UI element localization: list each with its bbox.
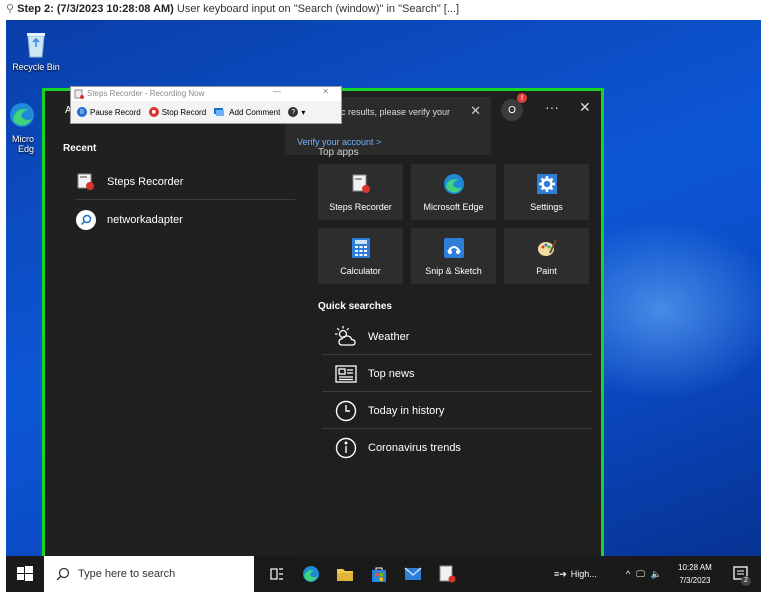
steps-recorder-small-icon	[74, 89, 84, 99]
steps-recorder-icon	[349, 172, 373, 196]
comment-icon	[214, 108, 225, 116]
app-tile-label: Snip & Sketch	[425, 266, 482, 276]
system-tray: ^ 🖵 🔈	[626, 556, 662, 592]
quick-search-label: Top news	[368, 367, 415, 380]
wind-icon: ≡➔	[554, 568, 567, 579]
app-tile-label: Calculator	[340, 266, 381, 276]
help-icon: ?	[288, 107, 299, 117]
paint-icon	[535, 236, 559, 260]
start-menu: Recent Steps Recorder networkadapter Al …	[42, 88, 604, 560]
search-icon	[75, 209, 97, 231]
quick-search-label: Today in history	[368, 404, 445, 417]
quick-search-weather[interactable]: Weather	[322, 319, 592, 355]
taskbar: Type here to search ≡➔ High... ^ 🖵 🔈 10:…	[6, 556, 761, 592]
weather-widget-text: High...	[570, 569, 597, 579]
calculator-icon	[349, 236, 373, 260]
steps-recorder-icon	[75, 171, 97, 193]
app-tile-label: Paint	[536, 266, 557, 276]
clock[interactable]: 10:28 AM 7/3/2023	[678, 556, 712, 592]
chevron-up-icon[interactable]: ^	[626, 569, 630, 579]
weather-icon	[334, 325, 358, 349]
close-button[interactable]: ✕	[579, 99, 591, 116]
search-placeholder: Type here to search	[78, 568, 176, 580]
step-icon: ⚲	[6, 3, 15, 15]
file-explorer-icon[interactable]	[336, 565, 354, 583]
add-comment-button[interactable]: Add Comment	[214, 107, 280, 117]
app-tile-settings[interactable]: Settings	[504, 164, 589, 220]
network-icon[interactable]: 🖵	[636, 569, 645, 580]
top-apps-title: Top apps	[318, 147, 359, 158]
quick-searches-title: Quick searches	[318, 301, 392, 312]
add-comment-label: Add Comment	[229, 107, 281, 117]
app-tile-snip-sketch[interactable]: Snip & Sketch	[411, 228, 496, 284]
app-tile-label: Steps Recorder	[329, 202, 392, 212]
recent-item-label: networkadapter	[107, 214, 183, 226]
gear-icon	[535, 172, 559, 196]
volume-icon[interactable]: 🔈	[651, 569, 662, 580]
app-tile-steps-recorder[interactable]: Steps Recorder	[318, 164, 403, 220]
help-button[interactable]: ? ▾	[288, 107, 305, 117]
store-icon[interactable]	[370, 565, 388, 583]
notification-count: 2	[741, 576, 751, 586]
stop-icon: ■	[148, 107, 159, 117]
minimize-icon[interactable]: —	[273, 87, 281, 96]
app-tile-label: Settings	[530, 202, 563, 212]
chevron-down-icon: ▾	[301, 107, 306, 117]
pause-record-label: Pause Record	[90, 107, 141, 117]
app-tile-microsoft-edge[interactable]: Microsoft Edge	[411, 164, 496, 220]
app-tile-paint[interactable]: Paint	[504, 228, 589, 284]
mail-icon[interactable]	[404, 565, 422, 583]
pause-record-button[interactable]: II Pause Record	[77, 107, 141, 117]
more-options-button[interactable]: ···	[545, 99, 559, 115]
taskbar-search-box[interactable]: Type here to search	[44, 556, 254, 592]
quick-search-coronavirus-trends[interactable]: Coronavirus trends	[322, 430, 592, 466]
close-icon[interactable]: ✕	[322, 87, 329, 96]
quick-search-top-news[interactable]: Top news	[322, 356, 592, 392]
weather-widget[interactable]: ≡➔ High...	[554, 556, 597, 592]
news-icon	[334, 362, 358, 386]
edge-icon	[442, 172, 466, 196]
recent-divider	[75, 199, 295, 200]
search-icon	[56, 567, 70, 581]
clock-icon	[334, 399, 358, 423]
app-tile-label: Microsoft Edge	[423, 202, 484, 212]
clock-date: 7/3/2023	[679, 576, 711, 585]
windows-start-icon[interactable]	[16, 565, 34, 583]
info-icon	[334, 436, 358, 460]
recycle-bin-label: Recycle Bin	[12, 62, 60, 72]
recycle-bin-shortcut[interactable]: Recycle Bin	[6, 28, 66, 72]
recent-item-label: Steps Recorder	[107, 176, 184, 188]
steps-recorder-title: Steps Recorder - Recording Now	[87, 89, 205, 98]
edge-desktop-icon	[7, 100, 37, 132]
step-description: User keyboard input on "Search (window)"…	[173, 3, 460, 15]
recent-item-steps-recorder[interactable]: Steps Recorder	[75, 169, 295, 195]
clock-time: 10:28 AM	[678, 563, 712, 572]
snip-icon	[442, 236, 466, 260]
notification-close-icon[interactable]: ✕	[470, 103, 481, 119]
steps-recorder-taskbar-icon[interactable]	[438, 565, 456, 583]
verify-account-link[interactable]: Verify your account >	[297, 137, 381, 147]
step-caption: ⚲ Step 2: (7/3/2023 10:28:08 AM) User ke…	[0, 0, 765, 20]
recent-item-networkadapter[interactable]: networkadapter	[75, 207, 295, 233]
quick-search-label: Weather	[368, 330, 410, 343]
pause-icon: II	[77, 107, 87, 117]
app-tile-calculator[interactable]: Calculator	[318, 228, 403, 284]
steps-recorder-controls: II Pause Record ■ Stop Record Add Commen…	[71, 101, 341, 123]
start-left-column: Recent Steps Recorder networkadapter	[45, 91, 297, 557]
stop-record-button[interactable]: ■ Stop Record	[148, 107, 207, 117]
notification-badge: !	[517, 93, 527, 103]
stop-record-label: Stop Record	[161, 107, 207, 117]
quick-search-label: Coronavirus trends	[368, 442, 461, 454]
recent-title: Recent	[63, 143, 97, 154]
steps-recorder-toolbar: Steps Recorder - Recording Now — ✕ II Pa…	[70, 86, 342, 124]
edge-taskbar-icon[interactable]	[302, 565, 320, 583]
recycle-bin-icon	[21, 28, 51, 60]
task-view-icon[interactable]	[268, 565, 286, 583]
quick-search-today-in-history[interactable]: Today in history	[322, 393, 592, 429]
step-label: Step 2: (7/3/2023 10:28:08 AM)	[17, 3, 174, 15]
notification-center-button[interactable]: 2	[732, 556, 751, 592]
notification-text: c results, please verify your	[341, 107, 451, 117]
steps-recorder-title-bar: Steps Recorder - Recording Now — ✕	[71, 87, 341, 101]
